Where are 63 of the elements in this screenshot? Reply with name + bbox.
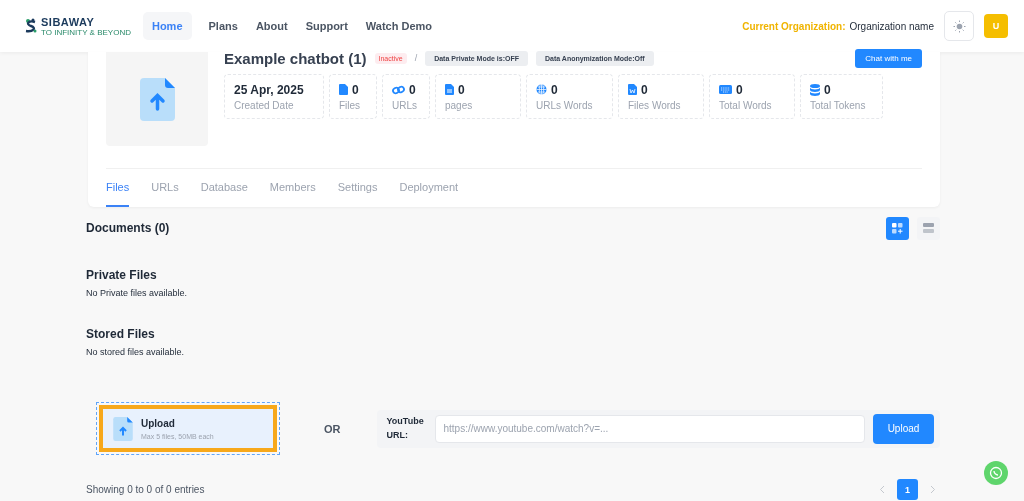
stat-value: 0: [736, 82, 743, 97]
file-icon: [339, 84, 348, 95]
organization-label: Current Organization:: [742, 20, 846, 32]
list-view-button[interactable]: [917, 216, 940, 240]
nav-link[interactable]: Watch Demo: [356, 12, 442, 40]
stat-label: URLs: [392, 99, 418, 111]
nav-link[interactable]: Home: [142, 12, 192, 40]
stat-value: 0: [551, 82, 558, 97]
youtube-label: YouTube URL:: [386, 415, 425, 442]
file-upload-icon: [139, 77, 175, 121]
nav-link[interactable]: About: [246, 12, 297, 40]
globe-icon: [536, 84, 547, 95]
stat-value: 0: [641, 82, 648, 97]
section-heading: Stored Files: [86, 327, 156, 341]
stat-label: pages: [445, 99, 474, 111]
organization-name: Organization name: [849, 20, 934, 32]
nav-link[interactable]: Plans: [199, 12, 247, 40]
tab[interactable]: Members: [269, 181, 316, 207]
grid-view-button[interactable]: [886, 216, 909, 240]
stat-value: 25 Apr, 2025: [234, 82, 304, 97]
phone-bubble-icon: [989, 466, 1003, 480]
upload-button[interactable]: Upload: [873, 413, 934, 444]
nav-link[interactable]: Support: [296, 12, 357, 40]
logo[interactable]: SIBAWAY TO INFINITY & BEYOND: [24, 15, 131, 37]
empty-message: No stored files available.: [86, 347, 186, 357]
chat-bubble-button[interactable]: [984, 461, 1008, 485]
next-page-icon[interactable]: [930, 485, 936, 494]
word-file-icon: [628, 84, 637, 95]
separator: /: [414, 53, 418, 63]
youtube-url-field[interactable]: https://www.youtube.com/watch?v=...: [434, 414, 865, 443]
stat-label: Files: [339, 99, 362, 111]
tab[interactable]: Files: [106, 181, 130, 207]
document-icon: [445, 84, 454, 95]
stat-label: URLs Words: [536, 99, 594, 111]
database-icon: [810, 83, 820, 96]
stat-value: 0: [458, 82, 465, 97]
keyboard-icon: [719, 85, 732, 94]
sun-icon: [952, 19, 966, 33]
entries-info: Showing 0 to 0 of 0 entries: [86, 484, 205, 495]
documents-heading: Documents (0): [86, 221, 170, 235]
chatbot-title: Example chatbot (1): [224, 49, 367, 67]
stat-value: 0: [824, 82, 831, 97]
stat-label: Files Words: [628, 99, 682, 111]
file-upload-icon: [113, 416, 133, 441]
tab[interactable]: Settings: [337, 181, 378, 207]
section-heading: Private Files: [86, 268, 158, 282]
previous-page-icon[interactable]: [879, 485, 885, 494]
theme-toggle-button[interactable]: [944, 11, 974, 41]
stat-label: Created Date: [234, 99, 295, 111]
upload-title: Upload: [141, 417, 176, 429]
tab[interactable]: Deployment: [399, 181, 459, 207]
stat-label: Total Tokens: [810, 99, 867, 111]
or-label: OR: [324, 422, 341, 435]
tab[interactable]: URLs: [151, 181, 179, 207]
empty-message: No Private files available.: [86, 288, 189, 298]
stat-label: Total Words: [719, 99, 773, 111]
stat-value: 0: [409, 82, 416, 97]
grid-icon: [892, 222, 903, 234]
list-icon: [923, 223, 934, 233]
tab[interactable]: Database: [200, 181, 248, 207]
link-icon: [392, 84, 405, 95]
stat-value: 0: [352, 82, 359, 97]
page-button[interactable]: 1: [897, 479, 918, 500]
